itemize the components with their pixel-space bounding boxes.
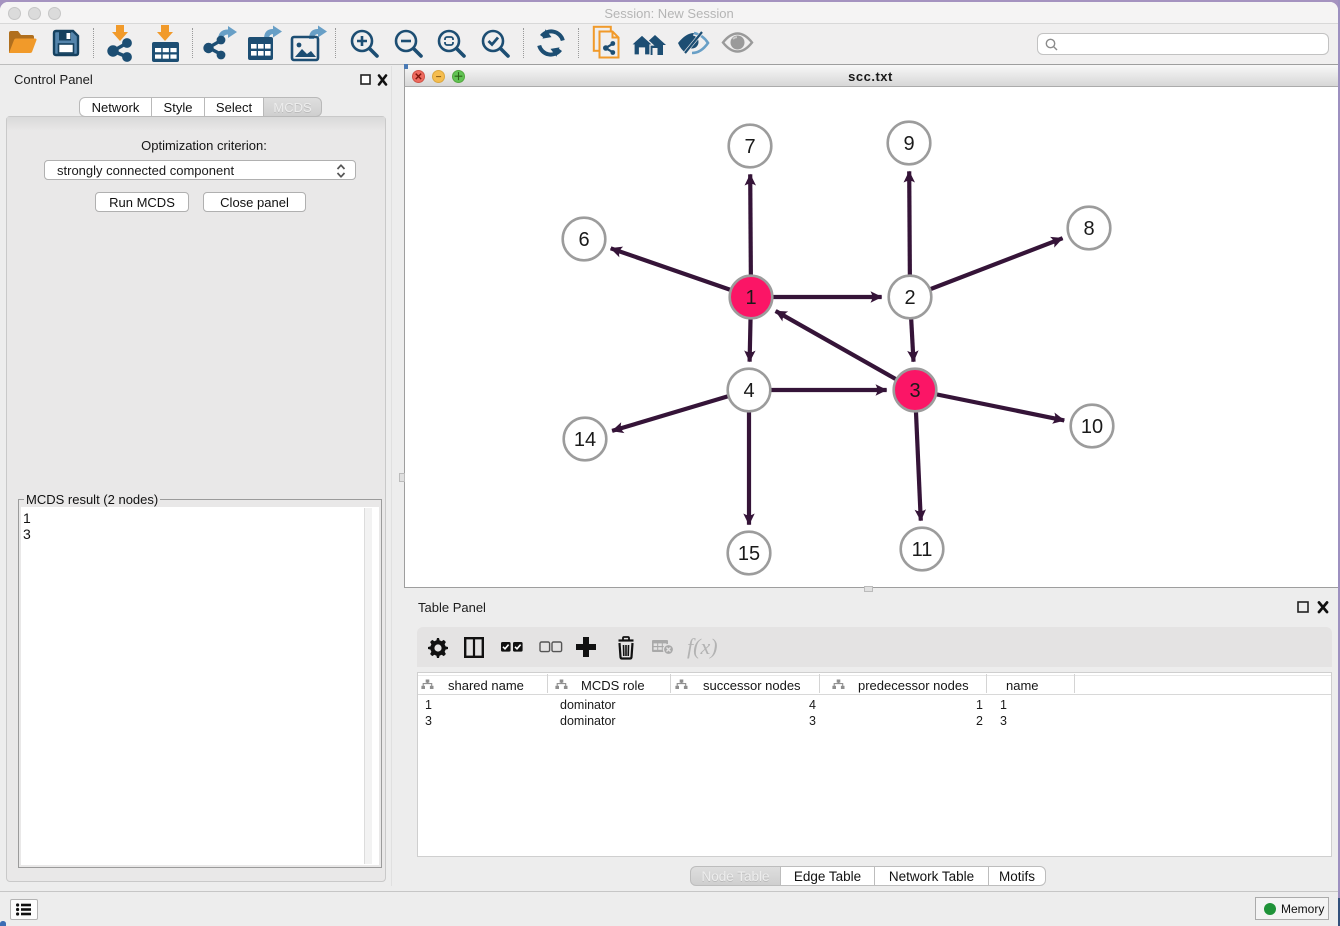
svg-text:6: 6 [578,229,589,251]
svg-text:11: 11 [912,539,933,561]
svg-text:9: 9 [903,133,914,155]
svg-text:7: 7 [744,136,755,158]
svg-text:15: 15 [738,543,760,565]
svg-text:10: 10 [1081,416,1103,438]
svg-text:14: 14 [574,429,596,451]
svg-text:2: 2 [904,287,915,309]
svg-text:3: 3 [909,380,920,402]
svg-text:4: 4 [743,380,754,402]
svg-text:8: 8 [1083,218,1094,240]
svg-text:1: 1 [745,287,756,309]
svg-text:f(x): f(x) [687,634,718,659]
